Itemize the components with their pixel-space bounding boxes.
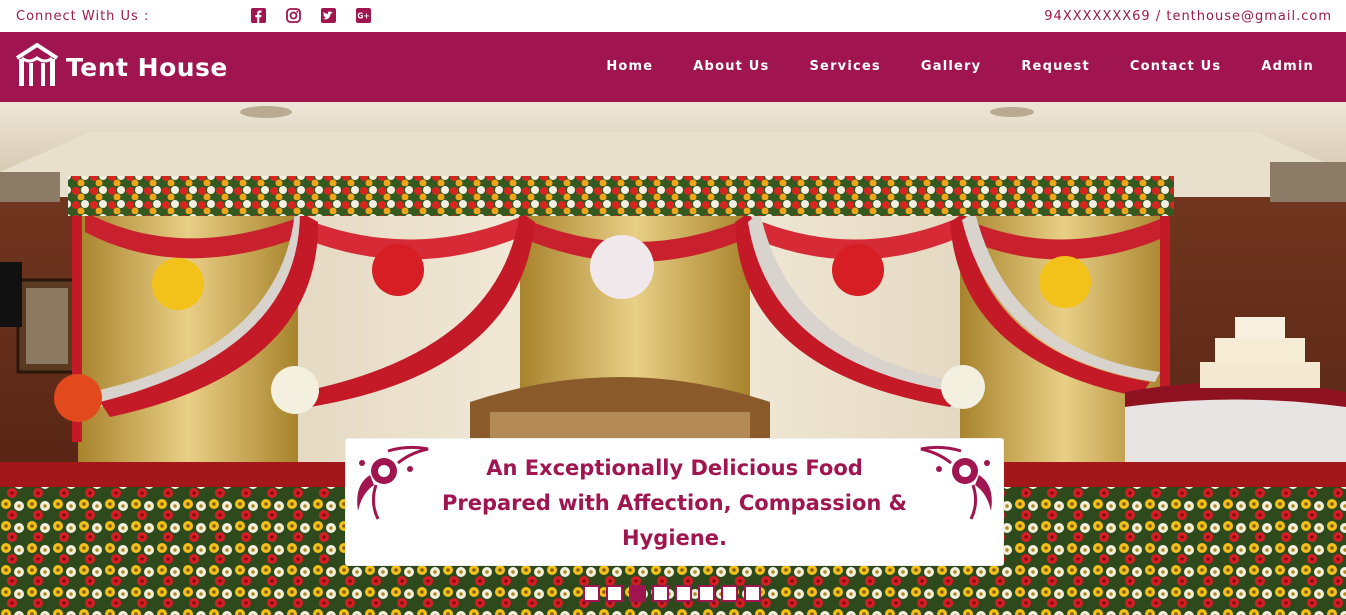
carousel-indicator[interactable]	[629, 585, 646, 602]
floral-ornament-icon	[920, 445, 992, 520]
connect-label: Connect With Us :	[16, 9, 150, 24]
carousel-indicator[interactable]	[721, 585, 738, 602]
hero-carousel[interactable]: An Exceptionally Delicious Food Prepared…	[0, 102, 1346, 615]
google-plus-icon[interactable]: G+	[355, 7, 371, 23]
top-bar: Connect With Us : G+ 94XXXXXXX69 / tenth…	[0, 0, 1346, 32]
nav-contact-us[interactable]: Contact Us	[1110, 59, 1241, 74]
facebook-icon[interactable]	[250, 7, 266, 23]
carousel-indicator[interactable]	[698, 585, 715, 602]
carousel-indicator[interactable]	[652, 585, 669, 602]
nav-request[interactable]: Request	[1001, 59, 1110, 74]
nav-about-us[interactable]: About Us	[673, 59, 789, 74]
caption-line: Prepared with Affection, Compassion &	[441, 491, 907, 515]
carousel-indicator[interactable]	[583, 585, 600, 602]
contact-info: 94XXXXXXX69 / tenthouse@gmail.com	[1044, 9, 1332, 24]
twitter-icon[interactable]	[320, 7, 336, 23]
hero-caption: An Exceptionally Delicious Food Prepared…	[345, 438, 1004, 566]
carousel-indicator[interactable]	[675, 585, 692, 602]
social-links: G+	[250, 7, 371, 23]
carousel-indicator[interactable]	[606, 585, 623, 602]
brand[interactable]: Tent House	[14, 42, 228, 92]
caption-line: Hygiene.	[622, 526, 727, 550]
carousel-indicators	[583, 585, 761, 602]
carousel-indicator[interactable]	[744, 585, 761, 602]
floral-ornament-icon	[357, 445, 429, 520]
brand-name: Tent House	[66, 52, 228, 82]
tent-logo-icon	[14, 42, 60, 92]
instagram-icon[interactable]	[285, 7, 301, 23]
main-nav: Home About Us Services Gallery Request C…	[586, 59, 1334, 74]
navbar: Tent House Home About Us Services Galler…	[0, 32, 1346, 102]
svg-text:G+: G+	[357, 11, 369, 20]
caption-line: An Exceptionally Delicious Food	[486, 456, 863, 480]
nav-gallery[interactable]: Gallery	[901, 59, 1001, 74]
nav-services[interactable]: Services	[789, 59, 900, 74]
nav-home[interactable]: Home	[586, 59, 673, 74]
nav-admin[interactable]: Admin	[1241, 59, 1334, 74]
